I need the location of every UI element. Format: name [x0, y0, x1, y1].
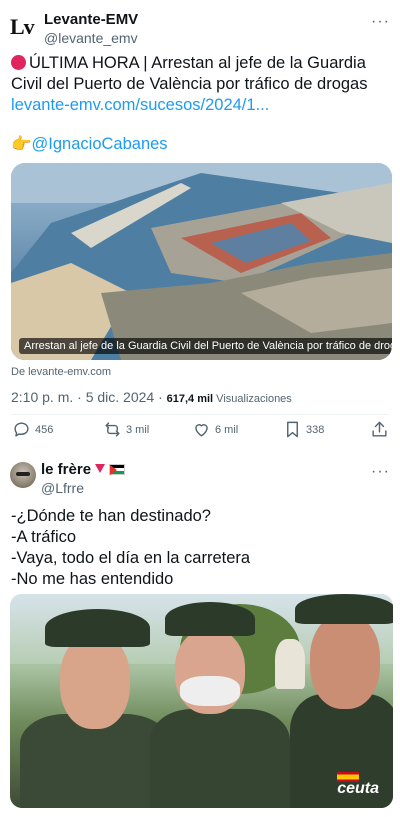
bookmark-icon — [287, 421, 298, 438]
divider — [11, 414, 389, 415]
share-button[interactable] — [370, 420, 389, 439]
officer-right-face — [310, 614, 380, 709]
guardia-civil-photo[interactable]: ceuta — [10, 594, 393, 808]
card-caption: Arrestan al jefe de la Guardia Civil del… — [19, 338, 392, 354]
mention-link[interactable]: @IgnacioCabanes — [32, 135, 168, 153]
officer-center-body — [150, 709, 290, 808]
reply-icon — [14, 422, 29, 437]
repost-icon — [105, 422, 120, 437]
joke-line: -Vaya, todo el día en la carretera — [11, 549, 251, 567]
repost-button[interactable]: 3 mil — [103, 420, 149, 439]
timestamp[interactable]: 2:10 p. m. · 5 dic. 2024 · — [11, 389, 167, 405]
reply-button[interactable]: 456 — [12, 420, 53, 439]
views-count: 617,4 mil — [166, 393, 214, 405]
more-options-icon[interactable]: ··· — [371, 463, 390, 481]
author-handle[interactable]: @Lfrre — [41, 480, 84, 496]
officer-center-cap — [165, 602, 255, 636]
heart-icon — [195, 424, 208, 437]
author-name-row: le frère — [41, 461, 126, 478]
article-card-image[interactable]: Arrestan al jefe de la Guardia Civil del… — [11, 163, 392, 360]
tweet-text: -¿Dónde te han destinado? -A tráfico -Va… — [11, 506, 250, 590]
like-count: 6 mil — [215, 423, 239, 436]
tweet-text: ÚLTIMA HORA | Arrestan al jefe de la Gua… — [11, 53, 396, 116]
red-circle-icon — [11, 55, 26, 70]
tweet-meta: 2:10 p. m. · 5 dic. 2024 · 617,4 mil Vis… — [11, 389, 292, 405]
avatar[interactable]: Lv — [10, 13, 38, 41]
card-source[interactable]: De levante-emv.com — [11, 366, 111, 378]
port-aerial-photo — [11, 163, 392, 360]
bookmark-button[interactable]: 338 — [283, 420, 324, 439]
pointing-hand-icon: 👉 — [11, 135, 32, 153]
officer-left-face — [60, 634, 130, 729]
tweet-actions: 456 3 mil 6 mil 338 — [0, 420, 400, 444]
mention-line: 👉@IgnacioCabanes — [11, 134, 396, 155]
reply-count: 456 — [35, 423, 54, 436]
like-button[interactable]: 6 mil — [192, 420, 238, 439]
author-handle[interactable]: @levante_emv — [44, 30, 138, 46]
author-name[interactable]: Levante-EMV — [44, 11, 138, 28]
red-triangle-icon — [95, 464, 106, 473]
joke-line: -A tráfico — [11, 528, 77, 546]
channel-watermark: ceuta — [337, 780, 379, 797]
joke-line: -¿Dónde te han destinado? — [11, 507, 211, 525]
article-link[interactable]: levante-emv.com/sucesos/2024/1... — [11, 96, 269, 114]
more-options-icon[interactable]: ··· — [371, 13, 390, 31]
tweet-levante: Lv Levante-EMV @levante_emv ··· ÚLTIMA H… — [0, 0, 400, 452]
palestine-flag-icon — [109, 464, 126, 475]
share-icon — [372, 421, 387, 437]
author-name[interactable]: le frère — [41, 461, 91, 478]
officer-left-cap — [45, 609, 150, 647]
tweet-headline: ÚLTIMA HORA | Arrestan al jefe de la Gua… — [11, 54, 368, 93]
views-label: Visualizaciones — [213, 393, 292, 405]
joke-line: -No me has entendido — [11, 570, 174, 588]
bookmark-count: 338 — [306, 423, 325, 436]
officer-right-cap — [295, 594, 393, 624]
repost-count: 3 mil — [126, 423, 150, 436]
avatar[interactable] — [10, 462, 36, 488]
officer-center-beard — [180, 676, 240, 706]
monument — [275, 639, 305, 689]
